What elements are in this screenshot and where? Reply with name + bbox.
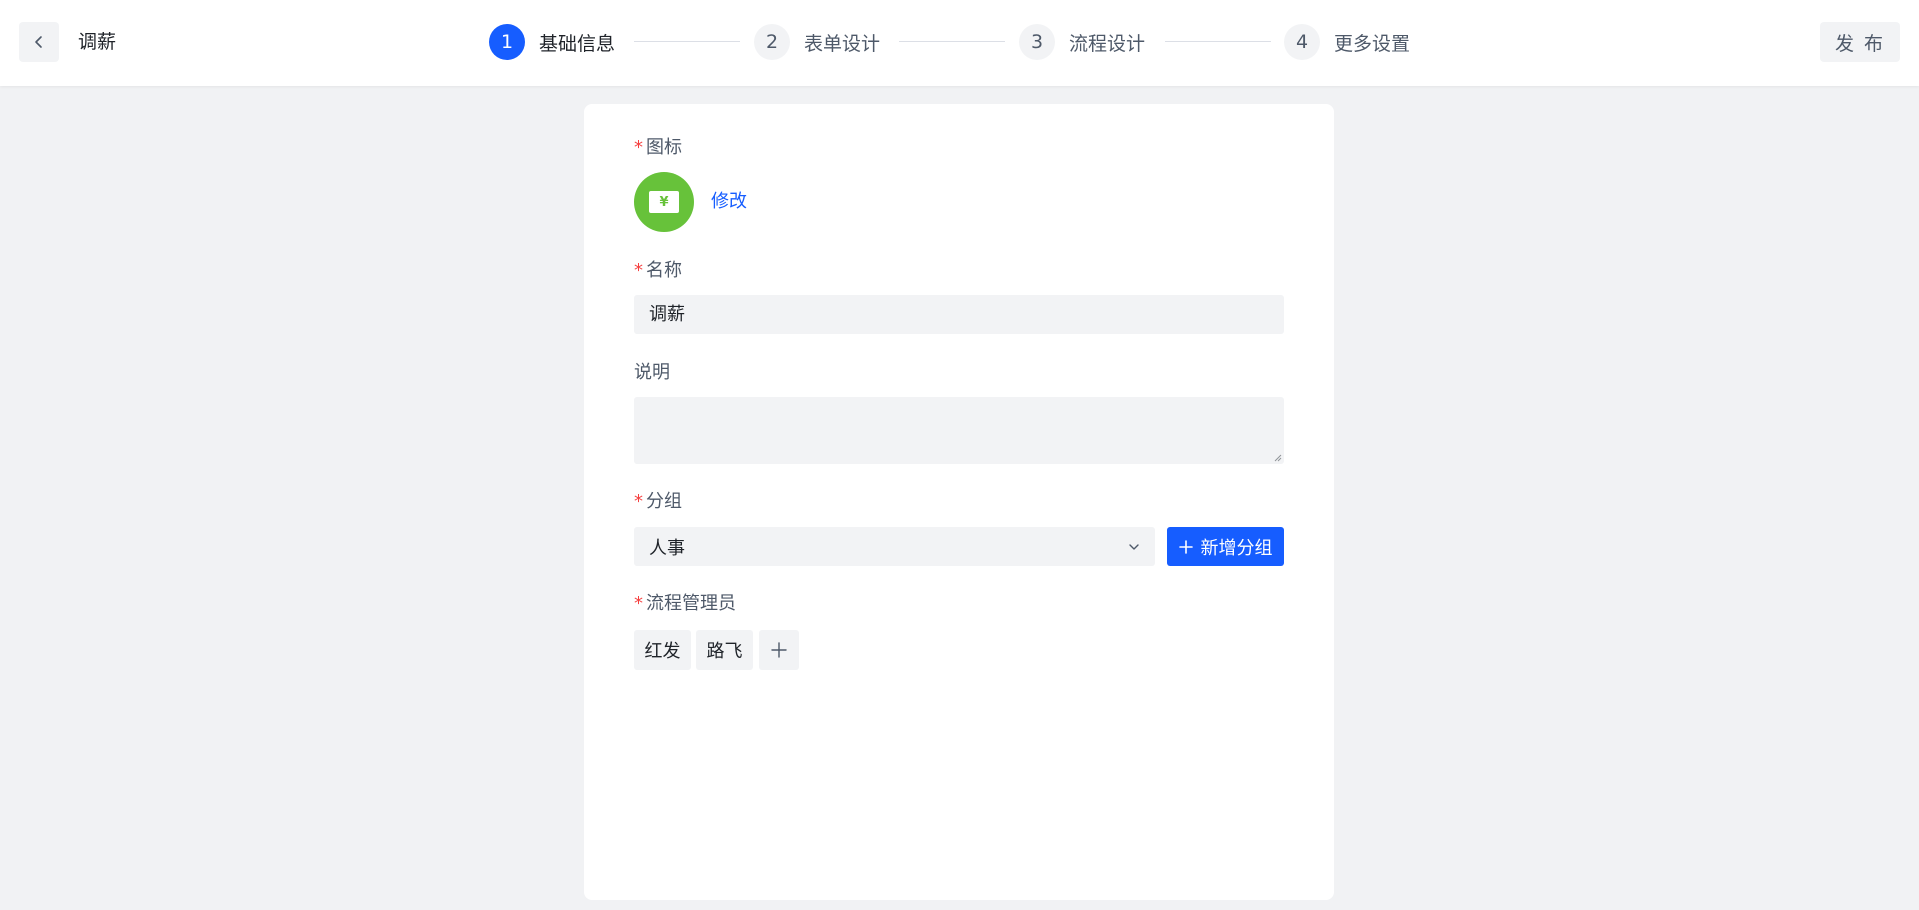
required-mark: * (634, 260, 643, 281)
step-basic-info[interactable]: 1 基础信息 (489, 24, 615, 60)
add-admin-button[interactable] (759, 630, 799, 670)
icon-label-text: 图标 (646, 137, 682, 158)
chevron-left-icon (35, 36, 42, 48)
group-select[interactable]: 人事 (634, 527, 1155, 566)
basic-info-form: * 图标 ¥ 修改 * 名称 调薪 说明 * 分组 人事 新增分组 * 流程管理员 (584, 104, 1334, 900)
add-group-label: 新增分组 (1200, 537, 1273, 559)
step-connector (899, 41, 1005, 42)
step-form-design[interactable]: 2 表单设计 (754, 24, 880, 60)
admins-field-label: * 流程管理员 (634, 592, 736, 616)
step-connector (1165, 41, 1271, 42)
step-connector (634, 41, 740, 42)
icon-field-label: * 图标 (634, 136, 682, 160)
money-icon[interactable]: ¥ (634, 172, 694, 232)
group-field-label: * 分组 (634, 490, 682, 514)
step-number: 3 (1019, 24, 1055, 60)
name-label-text: 名称 (646, 260, 682, 281)
group-label-text: 分组 (646, 491, 682, 512)
modify-icon-link[interactable]: 修改 (711, 190, 747, 214)
plus-icon (771, 642, 787, 658)
publish-button[interactable]: 发 布 (1820, 22, 1900, 62)
required-mark: * (634, 491, 643, 512)
resize-handle-icon[interactable] (1273, 453, 1282, 462)
step-process-design[interactable]: 3 流程设计 (1019, 24, 1145, 60)
step-label: 更多设置 (1334, 32, 1411, 55)
add-group-button[interactable]: 新增分组 (1167, 527, 1284, 566)
step-number: 4 (1284, 24, 1320, 60)
top-bar: 调薪 1 基础信息 2 表单设计 3 流程设计 4 更多设置 发 布 (0, 0, 1919, 86)
plus-icon (1178, 539, 1193, 554)
description-textarea[interactable] (634, 397, 1284, 464)
page-title: 调薪 (78, 31, 117, 53)
admins-label-text: 流程管理员 (646, 593, 736, 614)
money-card-glyph: ¥ (649, 191, 679, 213)
admin-tag[interactable]: 红发 (634, 630, 691, 670)
step-label: 流程设计 (1069, 32, 1146, 55)
step-more-settings[interactable]: 4 更多设置 (1284, 24, 1410, 60)
chevron-down-icon (1129, 543, 1139, 550)
step-label: 基础信息 (539, 32, 616, 55)
required-mark: * (634, 593, 643, 614)
description-field-label: 说明 (634, 362, 670, 383)
step-label: 表单设计 (804, 32, 881, 55)
back-button[interactable] (19, 22, 59, 62)
admin-tag[interactable]: 路飞 (696, 630, 753, 670)
name-input[interactable]: 调薪 (634, 295, 1284, 334)
step-number: 2 (754, 24, 790, 60)
name-field-label: * 名称 (634, 259, 682, 283)
step-number: 1 (489, 24, 525, 60)
group-selected-value: 人事 (649, 537, 685, 559)
required-mark: * (634, 137, 643, 158)
